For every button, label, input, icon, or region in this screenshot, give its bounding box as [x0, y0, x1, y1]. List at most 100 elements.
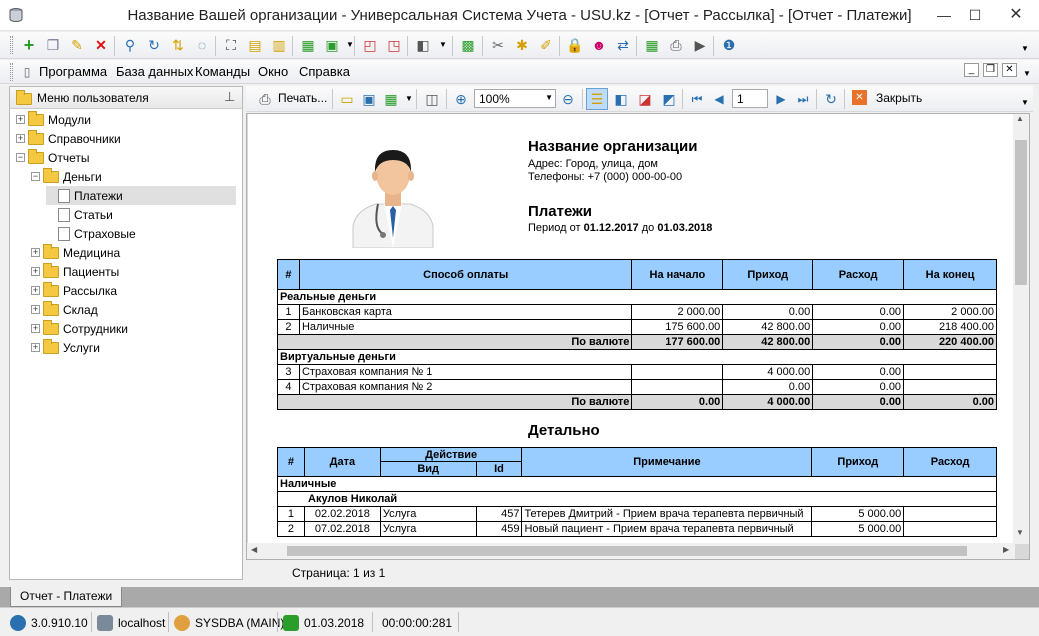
filter-clear-icon[interactable]: ▥ — [270, 36, 288, 54]
open-icon[interactable]: ▭ — [338, 90, 356, 108]
menu-grip[interactable] — [10, 63, 13, 81]
horizontal-scrollbar[interactable]: ◀ ▶ — [247, 543, 1015, 559]
expand-icon[interactable]: + — [31, 324, 40, 333]
edit-pencil-icon[interactable]: ✎ — [68, 36, 86, 54]
search-icon[interactable]: ⚲ — [121, 36, 139, 54]
help-icon[interactable]: ❶ — [720, 36, 738, 54]
play-icon[interactable]: ▶ — [691, 36, 709, 54]
mdi-minimize-icon[interactable]: _ — [964, 63, 979, 77]
page-setup-icon[interactable]: ◩ — [660, 90, 678, 108]
thumbnails-icon[interactable]: ◧ — [612, 90, 630, 108]
sort-icon[interactable]: ⇅ — [169, 36, 187, 54]
expand-icon[interactable]: + — [31, 248, 40, 257]
toolbar-overflow-icon[interactable]: ▼ — [1016, 40, 1034, 58]
close-tab-icon[interactable]: ◳ — [385, 36, 403, 54]
expand-icon[interactable]: + — [31, 286, 40, 295]
scroll-down-icon[interactable]: ▼ — [1016, 528, 1024, 537]
tree-item[interactable]: − Отчеты — [16, 148, 89, 167]
tree-item[interactable]: + Сотрудники — [31, 319, 128, 338]
zoom-in-icon[interactable]: ⊕ — [452, 90, 470, 108]
scroll-up-icon[interactable]: ▲ — [1016, 114, 1024, 123]
last-page-icon[interactable]: ⏭ — [794, 90, 812, 108]
minimize-button[interactable]: — — [929, 0, 959, 30]
expand-icon[interactable]: + — [31, 343, 40, 352]
expand-icon[interactable]: + — [31, 305, 40, 314]
collapse-icon[interactable]: − — [16, 153, 25, 162]
zoom-out-icon[interactable]: ⊖ — [559, 90, 577, 108]
tree-item[interactable]: + Модули — [16, 110, 91, 129]
zoom-dropdown-icon[interactable]: ▼ — [545, 93, 553, 102]
tree-item[interactable]: Статьи — [46, 205, 113, 224]
calendar-icon[interactable]: ▩ — [459, 36, 477, 54]
refresh-icon[interactable]: ↻ — [145, 36, 163, 54]
table-icon[interactable]: ▦ — [643, 36, 661, 54]
menu-help[interactable]: Справка — [299, 64, 350, 79]
collapse-icon[interactable]: − — [31, 172, 40, 181]
menu-programma[interactable]: Программа — [39, 64, 107, 79]
preview-icon[interactable]: ◫ — [423, 90, 441, 108]
outline-icon[interactable]: ☰ — [588, 90, 606, 108]
columns-dropdown-icon[interactable]: ▼ — [434, 36, 452, 54]
toolbar-grip[interactable] — [10, 36, 13, 54]
copy-icon[interactable]: ❐ — [44, 36, 62, 54]
export-icon[interactable]: ▦ — [382, 90, 400, 108]
add-icon[interactable]: + — [20, 36, 38, 54]
settings-icon[interactable]: ✱ — [513, 36, 531, 54]
zoom-select[interactable]: 100% ▼ — [474, 89, 556, 108]
menu-overflow-icon[interactable]: ▼ — [1018, 65, 1036, 83]
tree-item[interactable]: + Услуги — [31, 338, 100, 357]
mdi-restore-icon[interactable]: ❐ — [983, 63, 998, 77]
lock-icon[interactable]: 🔒 — [566, 36, 584, 54]
print-icon[interactable]: ⎙ — [256, 90, 274, 108]
first-page-icon[interactable]: ⏮ — [688, 90, 706, 108]
delete-icon[interactable]: ✕ — [92, 36, 110, 54]
expand-icon[interactable]: + — [31, 267, 40, 276]
tools-icon[interactable]: ✂ — [489, 36, 507, 54]
prev-page-icon[interactable]: ◀ — [710, 90, 728, 108]
tree-item[interactable]: + Рассылка — [31, 281, 117, 300]
tree-item[interactable]: − Деньги — [31, 167, 102, 186]
vertical-scrollbar[interactable]: ▲ ▼ — [1013, 114, 1029, 544]
mdi-close-icon[interactable]: ✕ — [1002, 63, 1017, 77]
tree-item[interactable]: + Пациенты — [31, 262, 119, 281]
close-report-icon[interactable]: ✕ — [852, 90, 867, 105]
scroll-left-icon[interactable]: ◀ — [251, 545, 257, 554]
refresh-icon[interactable]: ↻ — [822, 90, 840, 108]
menu-commands[interactable]: Команды — [195, 64, 250, 79]
print-icon[interactable]: ⎙ — [667, 36, 685, 54]
close-window-button[interactable]: ✕ — [993, 0, 1039, 30]
notes-icon[interactable]: ✐ — [537, 36, 555, 54]
export-icon[interactable]: ▣ — [323, 36, 341, 54]
expand-icon[interactable]: + — [16, 134, 25, 143]
close-report-button[interactable]: Закрыть — [876, 91, 922, 105]
expand-icon[interactable]: + — [16, 115, 25, 124]
page-number-input[interactable]: 1 — [732, 89, 768, 108]
export-dropdown-icon[interactable]: ▼ — [341, 36, 359, 54]
filter-icon[interactable]: ▤ — [246, 36, 264, 54]
excel-export-icon[interactable]: ▦ — [299, 36, 317, 54]
vertical-scroll-thumb[interactable] — [1015, 140, 1027, 285]
tab-report-payments[interactable]: Отчет - Платежи — [10, 587, 123, 607]
columns-icon[interactable]: ◧ — [414, 36, 432, 54]
pin-icon[interactable]: ⊥ — [224, 89, 235, 105]
print-button[interactable]: Печать... — [278, 91, 327, 105]
scroll-right-icon[interactable]: ▶ — [1003, 545, 1009, 554]
tree-item[interactable]: + Справочники — [16, 129, 121, 148]
menu-database[interactable]: База данных — [116, 64, 193, 79]
new-window-icon[interactable]: ◰ — [361, 36, 379, 54]
maximize-button[interactable]: ☐ — [960, 0, 990, 30]
menu-window[interactable]: Окно — [258, 64, 288, 79]
tree-item[interactable]: Платежи — [46, 186, 236, 205]
user-switch-icon[interactable]: ⇄ — [614, 36, 632, 54]
horizontal-scroll-thumb[interactable] — [287, 546, 967, 556]
binoculars-icon[interactable]: ⛶ — [222, 36, 240, 54]
tree-item[interactable]: + Склад — [31, 300, 98, 319]
report-toolbar-overflow-icon[interactable]: ▼ — [1016, 94, 1034, 112]
tree-item[interactable]: + Медицина — [31, 243, 120, 262]
users-icon[interactable]: ☻ — [590, 36, 608, 54]
comment-icon[interactable]: ◌ — [193, 36, 211, 54]
edit-report-icon[interactable]: ◪ — [636, 90, 654, 108]
next-page-icon[interactable]: ▶ — [772, 90, 790, 108]
save-icon[interactable]: ▣ — [360, 90, 378, 108]
tree-item[interactable]: Страховые — [46, 224, 136, 243]
